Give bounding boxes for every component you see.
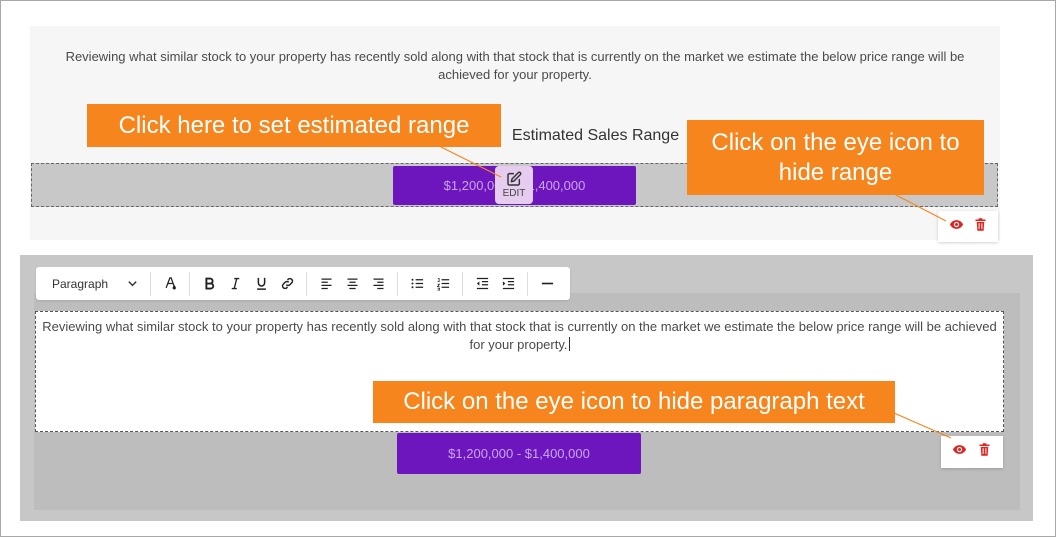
outdent-icon xyxy=(476,277,488,290)
link-button[interactable] xyxy=(274,271,300,297)
edit-label: EDIT xyxy=(502,188,526,199)
align-center-icon xyxy=(347,278,357,290)
chevron-down-icon xyxy=(128,281,137,287)
toolbar-divider xyxy=(306,271,307,296)
italic-button[interactable] xyxy=(222,271,248,297)
editor-paragraph-text: Reviewing what similar stock to your pro… xyxy=(42,319,997,352)
edit-icon xyxy=(507,171,522,186)
horizontal-rule-icon xyxy=(541,282,553,285)
rich-text-toolbar: Paragraph xyxy=(36,267,570,300)
paragraph-block-actions xyxy=(941,436,1003,468)
eye-icon[interactable] xyxy=(949,217,964,237)
numbered-list-icon xyxy=(436,278,449,291)
callout-hide-range: Click on the eye icon to hide range xyxy=(687,120,984,195)
intro-paragraph: Reviewing what similar stock to your pro… xyxy=(65,49,965,82)
horizontal-rule-button[interactable] xyxy=(534,271,560,297)
underline-icon xyxy=(256,277,266,290)
align-left-button[interactable] xyxy=(313,271,339,297)
underline-button[interactable] xyxy=(248,271,274,297)
toolbar-divider xyxy=(397,271,398,296)
top-block-actions xyxy=(938,211,998,242)
format-select[interactable]: Paragraph xyxy=(42,267,144,300)
price-range-button[interactable]: $1,200,000 - $1,400,000 xyxy=(397,433,641,474)
toolbar-divider xyxy=(462,271,463,296)
toolbar-divider xyxy=(150,271,151,296)
eye-icon[interactable] xyxy=(952,442,967,462)
indent-icon xyxy=(502,277,514,290)
bold-icon xyxy=(204,277,214,290)
trash-icon[interactable] xyxy=(973,217,988,237)
align-left-icon xyxy=(321,278,331,290)
align-center-button[interactable] xyxy=(339,271,365,297)
text-caret xyxy=(568,337,570,351)
bullet-list-icon xyxy=(411,278,423,289)
toolbar-divider xyxy=(189,271,190,296)
trash-icon[interactable] xyxy=(977,442,992,462)
toolbar-divider xyxy=(527,271,528,296)
numbered-list-button[interactable] xyxy=(430,271,456,297)
edit-button[interactable]: EDIT xyxy=(495,166,533,204)
format-select-value: Paragraph xyxy=(52,276,109,291)
editor-paragraph: Reviewing what similar stock to your pro… xyxy=(42,318,997,354)
link-icon xyxy=(281,277,293,290)
outdent-button[interactable] xyxy=(469,271,495,297)
align-right-button[interactable] xyxy=(365,271,391,297)
callout-hide-paragraph: Click on the eye icon to hide paragraph … xyxy=(373,381,895,423)
text-color-button[interactable] xyxy=(157,271,183,297)
screenshot-frame: Reviewing what similar stock to your pro… xyxy=(0,0,1056,537)
align-right-icon xyxy=(373,278,383,290)
indent-button[interactable] xyxy=(495,271,521,297)
bullet-list-button[interactable] xyxy=(404,271,430,297)
text-color-icon xyxy=(165,277,176,290)
callout-set-range: Click here to set estimated range xyxy=(87,104,501,147)
italic-icon xyxy=(231,277,239,290)
bold-button[interactable] xyxy=(196,271,222,297)
